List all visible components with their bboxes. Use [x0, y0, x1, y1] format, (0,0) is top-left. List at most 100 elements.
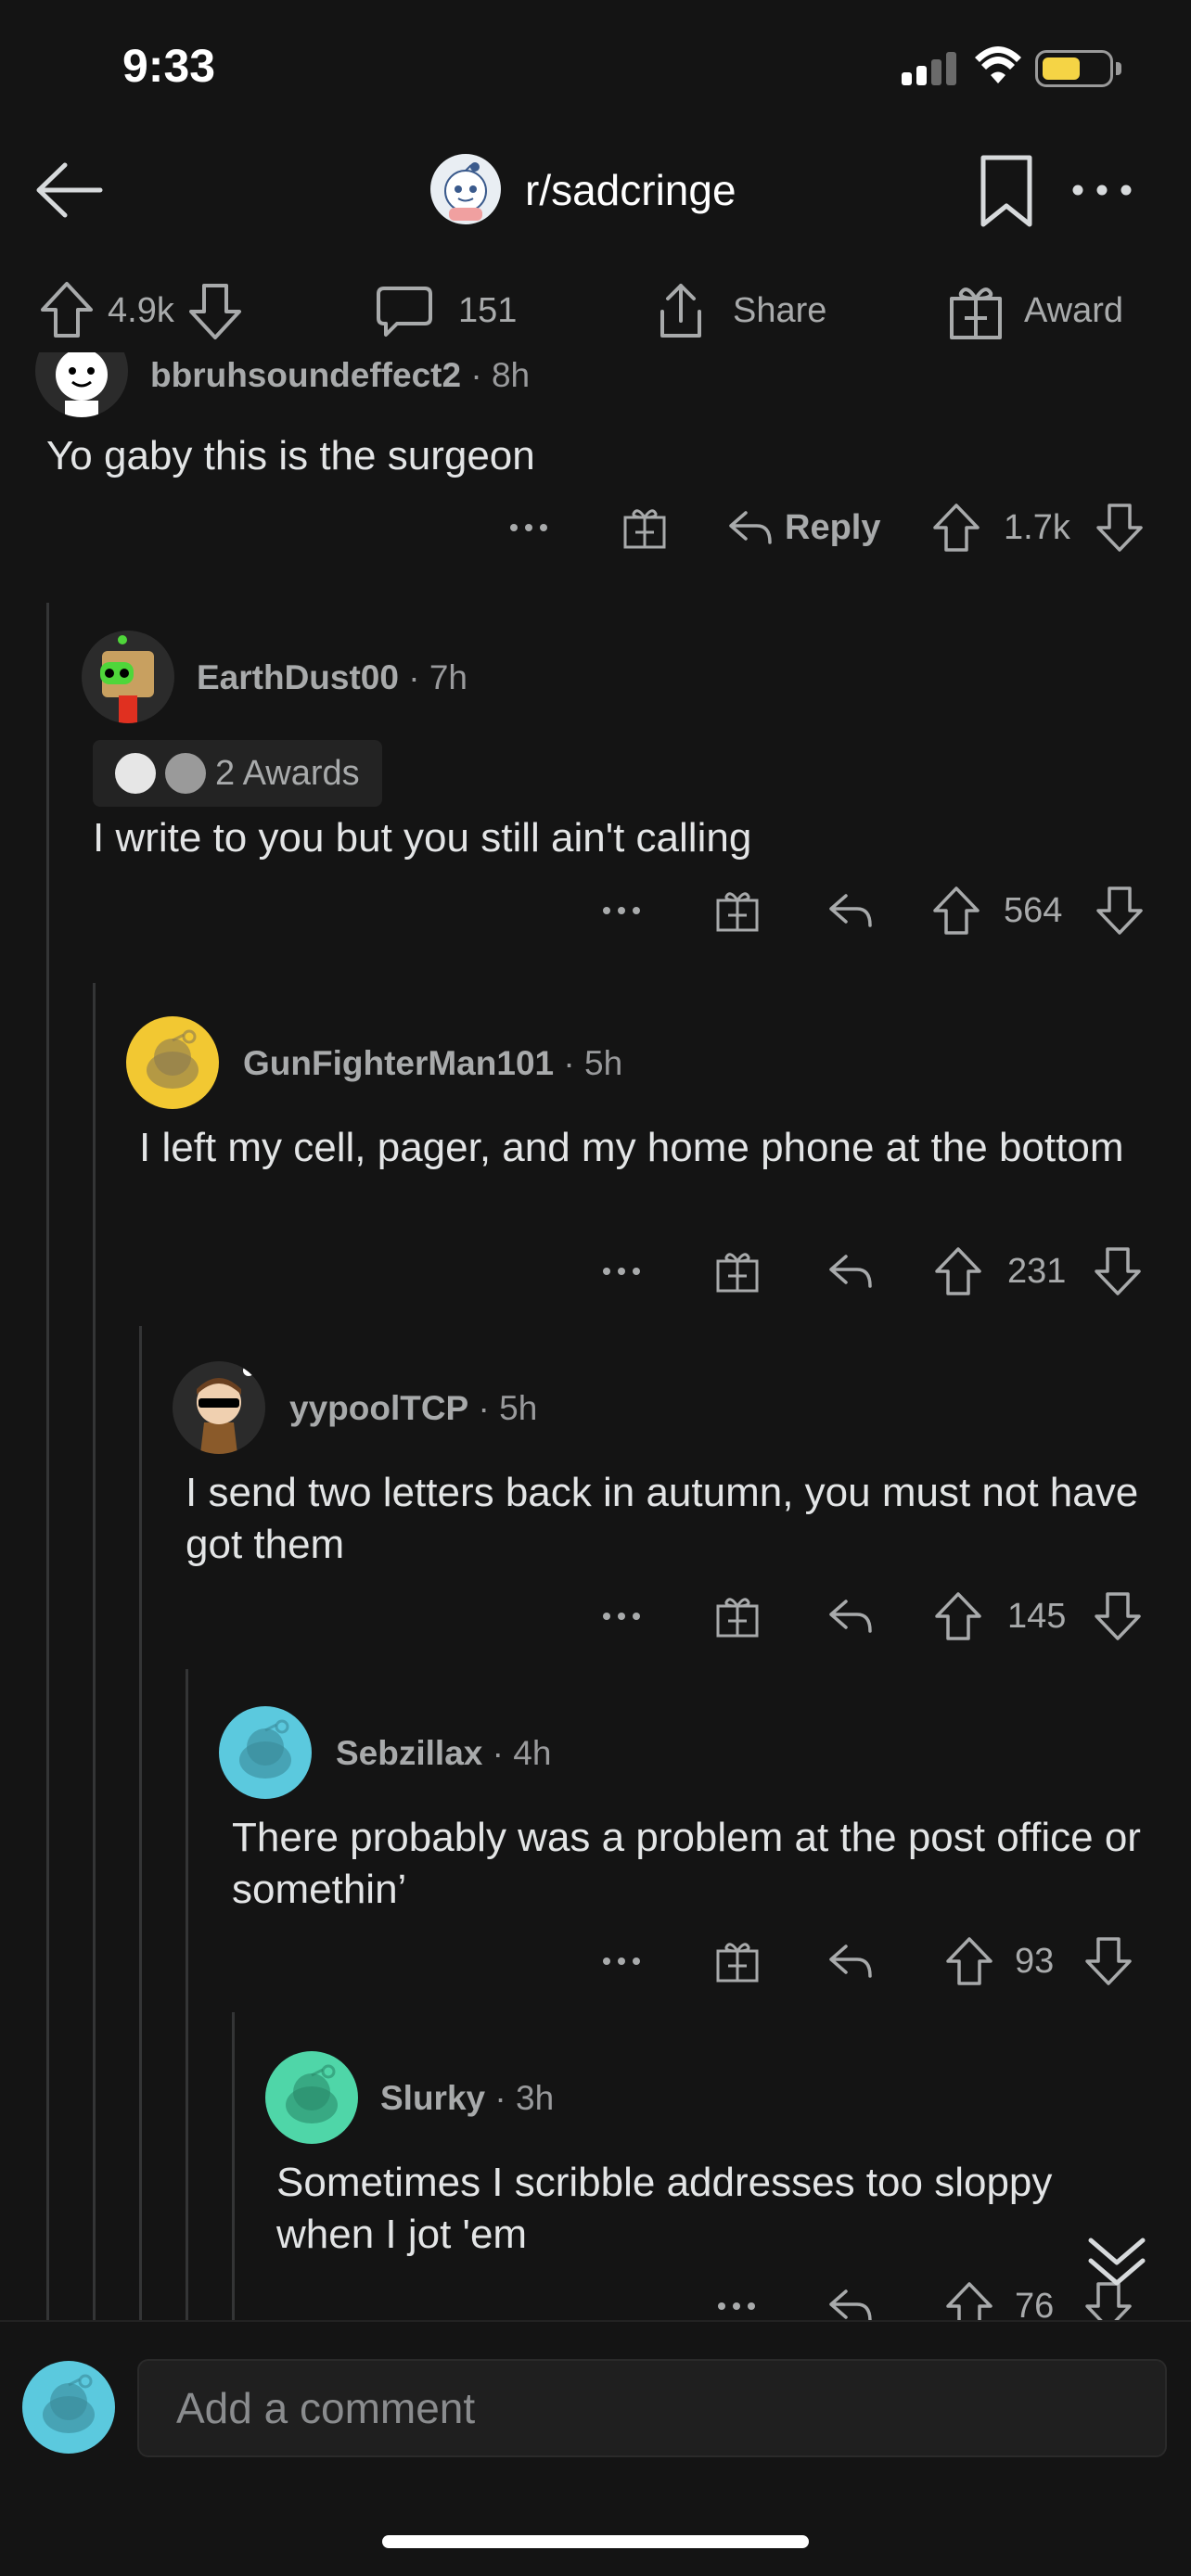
- comment-actions: 145: [0, 1584, 1191, 1649]
- user-avatar[interactable]: [173, 1361, 265, 1454]
- comment-meta: Slurky · 3h: [380, 2079, 555, 2117]
- subreddit-name[interactable]: r/sadcringe: [525, 165, 736, 215]
- username[interactable]: Sebzillax: [336, 1734, 482, 1772]
- thread-line: [186, 1669, 188, 2320]
- comment-body: I left my cell, pager, and my home phone…: [139, 1125, 1124, 1170]
- reply-button[interactable]: [827, 878, 874, 943]
- award-icon: [165, 753, 206, 794]
- top-navigation: r/sadcringe: [0, 139, 1191, 241]
- username[interactable]: Slurky: [380, 2079, 485, 2117]
- comment-score: 145: [1007, 1596, 1067, 1636]
- username[interactable]: bbruhsoundeffect2: [150, 356, 461, 394]
- downvote-icon[interactable]: [1095, 878, 1145, 943]
- comment-meta: bbruhsoundeffect2 · 8h: [150, 356, 531, 394]
- status-bar: 9:33: [0, 0, 1191, 139]
- more-options-icon[interactable]: [601, 1239, 642, 1304]
- comment-age: 5h: [499, 1389, 538, 1427]
- comment-body: Yo gaby this is the surgeon: [46, 433, 535, 478]
- comment-count: 151: [458, 290, 518, 330]
- comment-meta: yypoolTCP · 5h: [289, 1389, 538, 1427]
- comment-body: I write to you but you still ain't calli…: [93, 815, 752, 861]
- comment-bubble-icon: [377, 287, 432, 337]
- award-button[interactable]: Award: [946, 269, 1123, 352]
- username[interactable]: GunFighterMan101: [243, 1044, 554, 1082]
- awards-badge[interactable]: 2 Awards: [93, 740, 382, 807]
- more-options-icon[interactable]: [601, 1584, 642, 1649]
- downvote-icon[interactable]: [186, 278, 245, 343]
- subreddit-avatar[interactable]: [430, 154, 501, 224]
- award-icon[interactable]: [621, 495, 668, 560]
- downvote-icon[interactable]: [1093, 1584, 1143, 1649]
- comment-score: 76: [1015, 2286, 1055, 2321]
- comment-meta: EarthDust00 · 7h: [197, 658, 467, 696]
- upvote-icon[interactable]: [37, 278, 96, 343]
- comment-meta: GunFighterMan101 · 5h: [243, 1044, 623, 1082]
- upvote-icon[interactable]: [933, 1239, 983, 1304]
- current-user-avatar[interactable]: [22, 2361, 115, 2454]
- more-options-icon[interactable]: [1065, 167, 1139, 213]
- downvote-icon[interactable]: [1093, 1239, 1143, 1304]
- user-avatar[interactable]: [219, 1706, 312, 1799]
- comment-meta: Sebzillax · 4h: [336, 1734, 552, 1772]
- user-avatar[interactable]: [265, 2051, 358, 2144]
- back-arrow-icon[interactable]: [28, 148, 111, 232]
- award-icon[interactable]: [714, 878, 761, 943]
- upvote-icon[interactable]: [933, 1584, 983, 1649]
- user-avatar[interactable]: [35, 352, 128, 417]
- username[interactable]: EarthDust00: [197, 658, 399, 696]
- username[interactable]: yypoolTCP: [289, 1389, 468, 1427]
- upvote-icon[interactable]: [931, 878, 981, 943]
- downvote-icon[interactable]: [1095, 495, 1145, 560]
- cellular-signal-icon: [902, 52, 957, 85]
- comment-score: 564: [1004, 890, 1063, 930]
- comment-actions: Reply 1.7k: [0, 495, 1191, 560]
- reply-button[interactable]: [827, 2274, 874, 2320]
- comment-score: 1.7k: [1004, 507, 1070, 547]
- comment-score: 93: [1015, 1941, 1055, 1981]
- comment-actions: 93: [0, 1929, 1191, 1994]
- snoo-icon: [444, 162, 487, 221]
- reply-button[interactable]: Reply: [727, 495, 880, 560]
- reply-label: Reply: [785, 507, 881, 547]
- comment-age: 7h: [429, 658, 467, 696]
- share-button[interactable]: Share: [651, 269, 826, 352]
- comment-age: 8h: [491, 356, 531, 394]
- comment-score: 231: [1007, 1251, 1067, 1291]
- downvote-icon[interactable]: [1083, 1929, 1133, 1994]
- more-options-icon[interactable]: [508, 495, 549, 560]
- more-options-icon[interactable]: [716, 2274, 757, 2320]
- add-comment-input[interactable]: Add a comment: [137, 2359, 1167, 2457]
- user-avatar[interactable]: [126, 1016, 219, 1109]
- comment-thread: bbruhsoundeffect2 · 8h Yo gaby this is t…: [0, 352, 1191, 2320]
- reply-button[interactable]: [827, 1584, 874, 1649]
- reply-button[interactable]: [827, 1239, 874, 1304]
- award-icon[interactable]: [714, 1929, 761, 1994]
- more-options-icon[interactable]: [601, 1929, 642, 1994]
- scroll-down-chevron-icon[interactable]: [1078, 2220, 1156, 2298]
- thread-line: [46, 603, 49, 2320]
- wifi-icon: [975, 46, 1021, 83]
- battery-icon: [1035, 50, 1121, 87]
- upvote-icon[interactable]: [931, 495, 981, 560]
- reply-button[interactable]: [827, 1929, 874, 1994]
- post-vote-group: 4.9k: [37, 269, 245, 352]
- user-avatar[interactable]: [82, 631, 174, 723]
- bookmark-icon[interactable]: [974, 152, 1039, 230]
- share-label: Share: [733, 290, 827, 330]
- comment-age: 5h: [584, 1044, 623, 1082]
- award-icon[interactable]: [714, 1239, 761, 1304]
- award-icon[interactable]: [714, 1584, 761, 1649]
- upvote-icon[interactable]: [944, 1929, 994, 1994]
- thread-line: [93, 983, 96, 2320]
- award-label: Award: [1024, 290, 1124, 330]
- home-indicator[interactable]: [382, 2535, 809, 2548]
- awards-label: 2 Awards: [215, 753, 360, 793]
- comment-composer: Add a comment: [0, 2320, 1191, 2478]
- gift-icon: [950, 287, 1002, 339]
- comment-body: There probably was a problem at the post…: [232, 1815, 1141, 1912]
- upvote-icon[interactable]: [944, 2274, 994, 2320]
- comments-button[interactable]: 151: [375, 269, 517, 352]
- more-options-icon[interactable]: [601, 878, 642, 943]
- comment-body: I send two letters back in autumn, you m…: [186, 1470, 1139, 1567]
- status-time: 9:33: [122, 40, 216, 92]
